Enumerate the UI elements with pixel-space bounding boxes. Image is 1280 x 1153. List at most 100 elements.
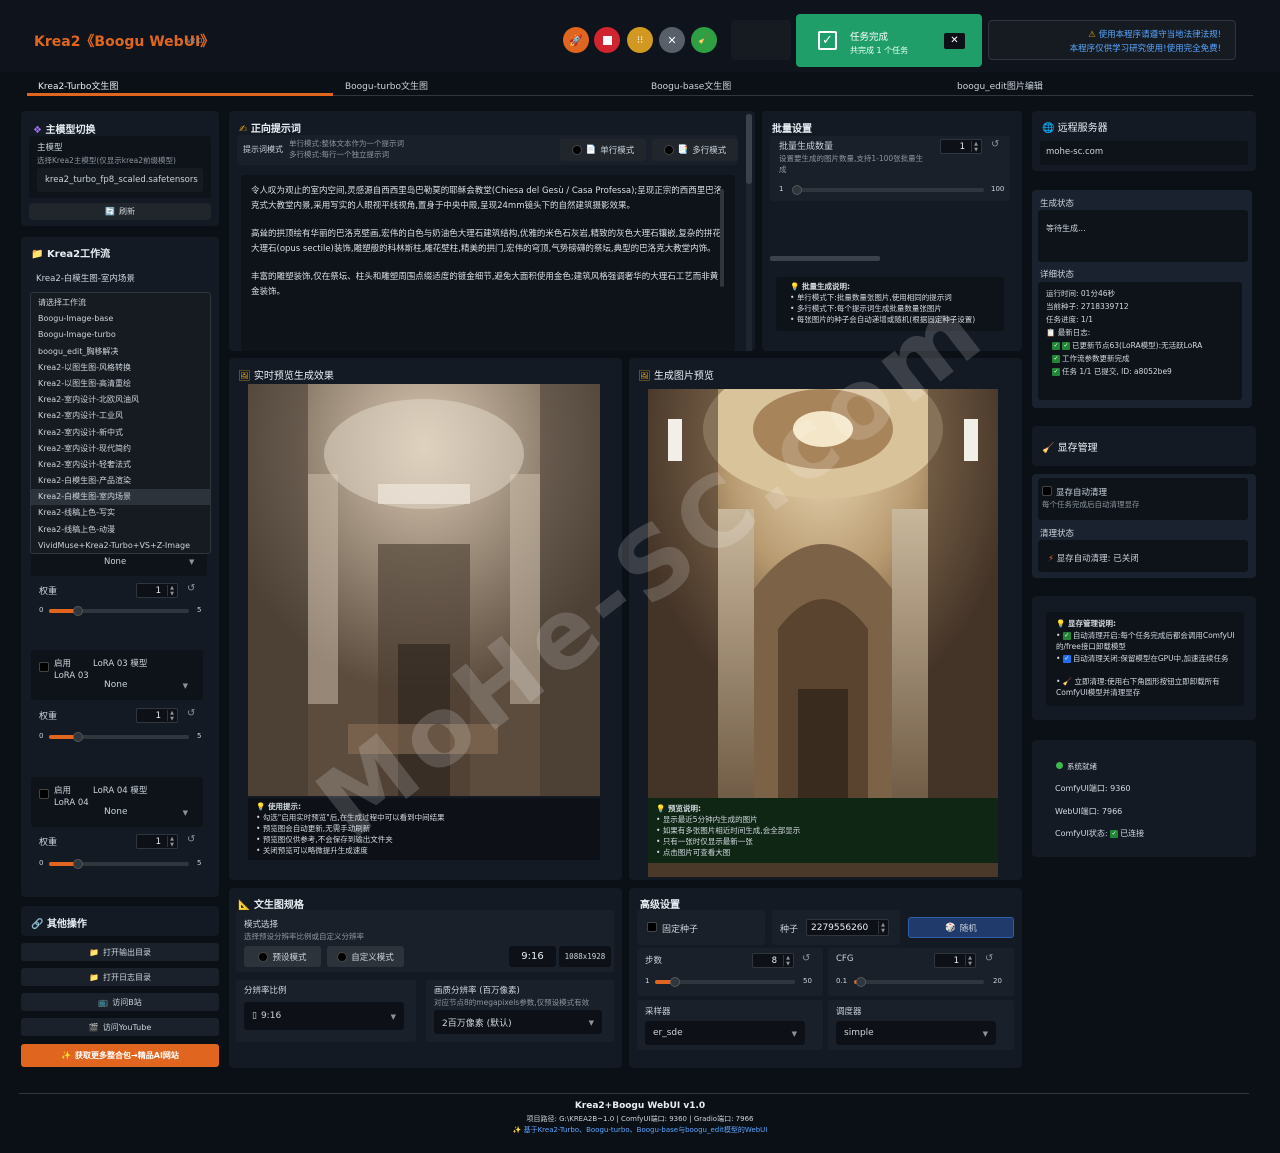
chevron-down-icon: ▼ [982, 1030, 988, 1038]
warning-icon: ⚠ [1088, 30, 1099, 40]
scheduler-select[interactable]: simple ▼ [836, 1021, 996, 1045]
lora02-weight-slider[interactable] [49, 606, 189, 616]
reset-icon[interactable]: ↺ [991, 139, 999, 150]
workflow-current[interactable]: Krea2-白模生图-室内场景 [36, 272, 135, 284]
reset-icon[interactable]: ↺ [187, 834, 195, 845]
lora03-model-select[interactable]: None ▼ [96, 675, 196, 695]
remote-panel: 🌐 远程服务器 mohe-sc.com [1032, 111, 1256, 171]
clean-button[interactable]: 🧹 [691, 27, 717, 53]
fix-seed-checkbox[interactable] [647, 922, 657, 932]
queue-button[interactable]: ⁝⁝ [627, 27, 653, 53]
lora03-label: LoRA 03 [54, 671, 89, 681]
custom-mode-radio[interactable]: 自定义模式 [327, 946, 404, 967]
lora04-weight-input[interactable]: 1 ▲ ▼ [136, 834, 178, 849]
lora02-model-value[interactable]: None [104, 557, 126, 567]
lora02-weight-input[interactable]: 1 ▲ ▼ [136, 583, 178, 598]
lora03-weight-input[interactable]: 1 ▲ ▼ [136, 708, 178, 723]
cfg-slider[interactable] [854, 977, 984, 987]
vram-auto-checkbox[interactable] [1042, 486, 1052, 496]
seed-input[interactable]: 2279556260 ▲ ▼ [806, 919, 889, 936]
sampler-select[interactable]: er_sde ▼ [645, 1021, 805, 1045]
workflow-option[interactable]: Krea2-室内设计-新中式 [31, 425, 210, 441]
output-preview-title: 生成图片预览 [653, 371, 714, 382]
batch-label: 批量生成数量 [779, 142, 834, 152]
system-ready: 系统就绪 [1067, 762, 1097, 771]
stop-icon [602, 35, 612, 45]
reset-icon[interactable]: ↺ [187, 583, 195, 594]
single-mode-radio[interactable]: 📄 单行模式 [560, 139, 646, 161]
workflow-option[interactable]: Krea2-以图生图-高清重绘 [31, 376, 210, 392]
system-panel: 系统就绪 ComfyUI端口: 9360 WebUI端口: 7966 Comfy… [1032, 740, 1256, 857]
tab-boogu-base[interactable]: Boogu-base文生图 [651, 79, 731, 92]
textarea-scrollbar[interactable] [720, 189, 724, 287]
refresh-button[interactable]: 🔄 刷新 [29, 203, 211, 220]
tab-boogu-turbo[interactable]: Boogu-turbo文生图 [345, 79, 428, 92]
megapixel-select[interactable]: 2百万像素 (默认) ▼ [434, 1010, 602, 1034]
workflow-option[interactable]: Krea2-线稿上色-动漫 [31, 522, 210, 538]
lora04-weight-slider[interactable] [49, 859, 189, 869]
preset-mode-radio[interactable]: 预设模式 [244, 946, 321, 967]
close-task-button[interactable]: ✕ [659, 27, 685, 53]
workflow-option[interactable]: boogu_edit_胸移解决 [31, 344, 210, 360]
multi-mode-radio[interactable]: 📑 多行模式 [652, 139, 738, 161]
lora04-weight-label: 权重 [39, 838, 58, 848]
ratio-select[interactable]: ▯ 9:16 ▼ [244, 1002, 404, 1030]
prompt-para3: 丰富的雕塑装饰,仅在祭坛、柱头和雕塑周围点缀适度的镀金细节,避免大面积使用金色;… [251, 272, 719, 297]
batch-scrollbar[interactable] [770, 256, 880, 261]
lora03-enable-label: 启用 [54, 659, 72, 669]
workflow-option[interactable]: Boogu-Image-turbo [31, 327, 210, 343]
close-icon: ✕ [667, 33, 677, 47]
chevron-down-icon: ▼ [791, 1030, 797, 1038]
chevron-down-icon: ▼ [182, 682, 188, 690]
lora04-enable-checkbox[interactable] [39, 789, 49, 799]
random-seed-button[interactable]: 🎲 随机 [908, 917, 1014, 938]
sparkle-icon: ✨ [512, 1126, 524, 1134]
reset-icon[interactable]: ↺ [187, 708, 195, 719]
close-icon: ✕ [950, 35, 959, 46]
sampler-box: 采样器 er_sde ▼ [637, 1000, 823, 1050]
visit-youtube-button[interactable]: 🎬 访问YouTube [21, 1018, 219, 1036]
workflow-option[interactable]: Krea2-室内设计-现代简约 [31, 441, 210, 457]
rocket-button[interactable]: 🚀 [563, 27, 589, 53]
workflow-option[interactable]: VividMuse+Krea2-Turbo+VS+Z-Image [31, 538, 210, 554]
open-output-button[interactable]: 📁 打开输出目录 [21, 943, 219, 961]
batch-slider[interactable] [792, 185, 984, 195]
cfg-input[interactable]: 1 ▲ ▼ [934, 953, 976, 968]
remote-host-field[interactable]: mohe-sc.com [1040, 141, 1248, 165]
workflow-option[interactable]: Krea2-线稿上色-写实 [31, 505, 210, 521]
lora04-model-select[interactable]: None ▼ [96, 802, 196, 822]
prompt-panel-scrollbar[interactable] [746, 114, 752, 351]
batch-count-input[interactable]: 1 ▲ ▼ [940, 139, 982, 154]
reset-icon[interactable]: ↺ [802, 953, 810, 964]
folder-icon: 📁 [89, 972, 99, 982]
reset-icon[interactable]: ↺ [985, 953, 993, 964]
workflow-option[interactable]: Krea2-以图生图-风格转换 [31, 360, 210, 376]
prompt-textarea[interactable]: 令人叹为观止的室内空间,灵感源自西西里岛巴勒莫的耶稣会教堂(Chiesa del… [241, 175, 735, 351]
tab-krea2-turbo[interactable]: Krea2-Turbo文生图 [38, 79, 118, 92]
steps-input[interactable]: 8 ▲ ▼ [752, 953, 794, 968]
footer-desc-row: ✨ 基于Krea2-Turbo、Boogu-turbo、Boogu-base与b… [0, 1125, 1280, 1135]
steps-slider[interactable] [655, 977, 795, 987]
model-section-title: 主模型切换 [45, 125, 96, 136]
toast-close-button[interactable]: ✕ [944, 33, 965, 49]
cfg-knob[interactable] [856, 977, 866, 987]
workflow-option[interactable]: Boogu-Image-base [31, 311, 210, 327]
lora03-weight-slider[interactable] [49, 732, 189, 742]
stop-button[interactable] [594, 27, 620, 53]
phone-icon: ▯ [252, 1011, 257, 1021]
workflow-option[interactable]: Krea2-室内设计-北欧风油风 [31, 392, 210, 408]
workflow-option[interactable]: 请选择工作流 [31, 295, 210, 311]
lora03-enable-checkbox[interactable] [39, 662, 49, 672]
visit-bilibili-button[interactable]: 📺 访问B站 [21, 993, 219, 1011]
workflow-option-selected[interactable]: Krea2-白模生图-室内场景 [31, 489, 210, 506]
radio-icon [571, 145, 582, 155]
open-log-button[interactable]: 📁 打开日志目录 [21, 968, 219, 986]
tab-boogu-edit[interactable]: boogu_edit图片编辑 [957, 79, 1043, 92]
workflow-option[interactable]: Krea2-室内设计-轻奢法式 [31, 457, 210, 473]
steps-knob[interactable] [670, 977, 680, 987]
promo-button[interactable]: ✨ 获取更多整合包→精品AI网站 [21, 1044, 219, 1067]
broom-icon: 🧹 [1042, 443, 1055, 454]
model-select[interactable]: krea2_turbo_fp8_scaled.safetensors [37, 168, 203, 192]
workflow-option[interactable]: Krea2-室内设计-工业风 [31, 408, 210, 424]
workflow-option[interactable]: Krea2-白模生图-产品渲染 [31, 473, 210, 489]
